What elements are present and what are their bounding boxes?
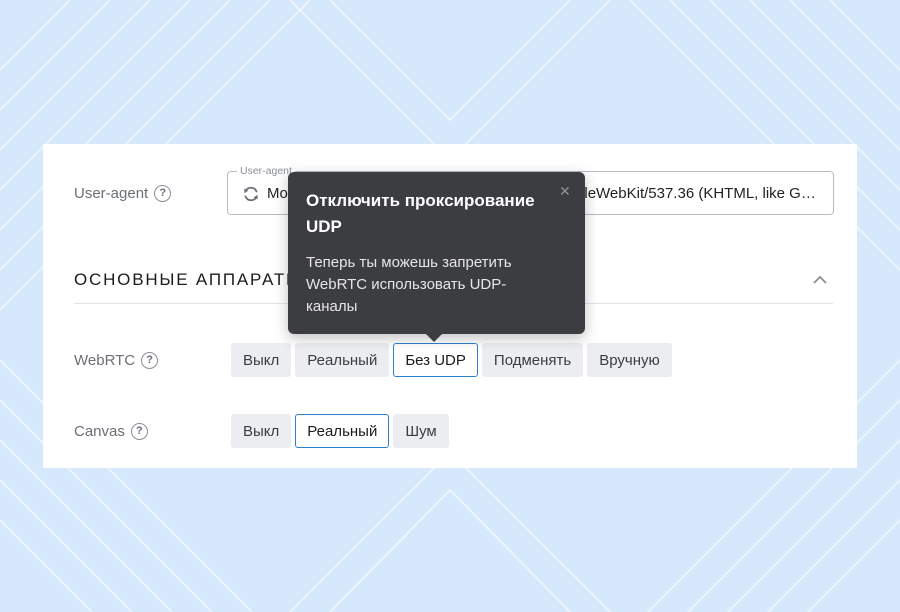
webrtc-option-replace[interactable]: Подменять xyxy=(481,343,584,377)
chevron-up-icon[interactable] xyxy=(812,274,828,286)
tooltip: Отключить проксирование UDP ✕ Теперь ты … xyxy=(288,172,585,342)
webrtc-option-manual[interactable]: Вручную xyxy=(587,343,672,377)
canvas-options: Выкл Реальный Шум xyxy=(231,414,449,448)
webrtc-label: WebRTC xyxy=(74,352,136,369)
close-icon[interactable]: ✕ xyxy=(559,184,571,198)
help-icon[interactable]: ? xyxy=(154,185,172,202)
webrtc-options: Выкл Реальный Без UDP Подменять Вручную xyxy=(231,343,672,377)
webrtc-option-real[interactable]: Реальный xyxy=(295,343,390,377)
webrtc-label-row: WebRTC ? xyxy=(74,352,159,369)
help-icon[interactable]: ? xyxy=(141,352,159,369)
tooltip-body: Теперь ты можешь запретить WebRTC исполь… xyxy=(306,254,512,315)
user-agent-field-legend: User-agent xyxy=(237,164,295,178)
webrtc-option-no-udp[interactable]: Без UDP xyxy=(393,343,478,377)
canvas-label: Canvas xyxy=(74,423,125,440)
canvas-label-row: Canvas ? xyxy=(74,423,148,440)
tooltip-arrow xyxy=(425,333,443,342)
canvas-option-real[interactable]: Реальный xyxy=(295,414,390,448)
user-agent-label: User-agent xyxy=(74,185,149,202)
tooltip-title: Отключить проксирование UDP xyxy=(306,191,535,236)
webrtc-option-off[interactable]: Выкл xyxy=(231,343,292,377)
canvas-option-noise[interactable]: Шум xyxy=(393,414,449,448)
canvas-option-off[interactable]: Выкл xyxy=(231,414,292,448)
refresh-icon[interactable] xyxy=(242,185,260,203)
help-icon[interactable]: ? xyxy=(130,423,148,440)
user-agent-label-row: User-agent ? xyxy=(74,185,172,202)
